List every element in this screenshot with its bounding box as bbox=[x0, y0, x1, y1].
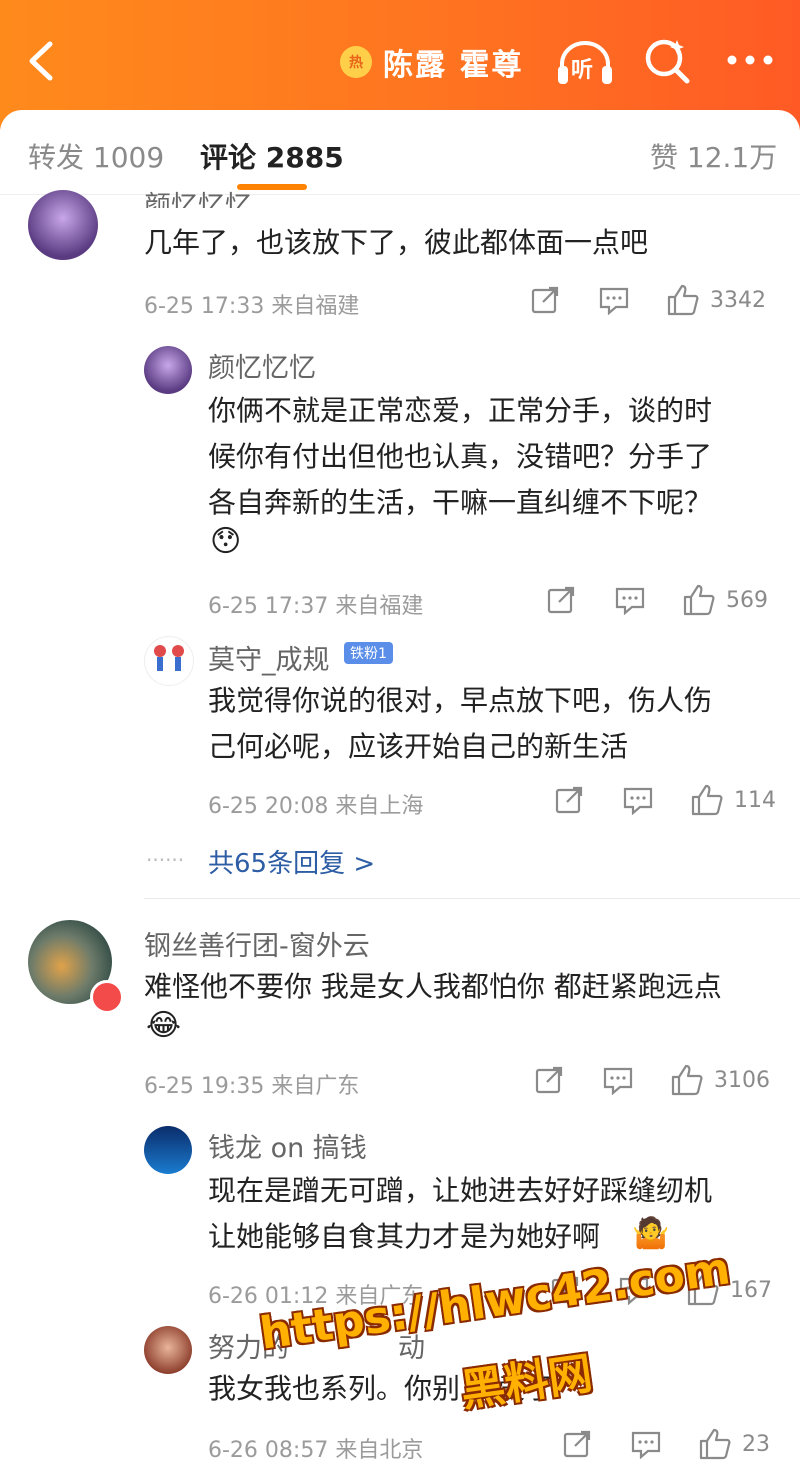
avatar[interactable] bbox=[144, 636, 194, 686]
more-replies-link[interactable]: 共65条回复 > bbox=[208, 843, 375, 880]
reply-actions: 569 bbox=[546, 584, 768, 616]
share-icon[interactable] bbox=[530, 285, 560, 315]
like-count: 167 bbox=[730, 1277, 772, 1303]
comment-icon[interactable] bbox=[622, 785, 654, 815]
like-count: 23 bbox=[742, 1431, 770, 1457]
dolls-avatar-icon bbox=[154, 645, 184, 671]
comment-icon[interactable] bbox=[602, 1065, 634, 1095]
listen-label: 听 bbox=[571, 58, 594, 83]
tab-likes[interactable]: 赞 12.1万 bbox=[650, 136, 777, 176]
reply-author[interactable]: 钱龙 on 搞钱 bbox=[208, 1126, 367, 1165]
share-icon[interactable] bbox=[562, 1429, 592, 1459]
like-button[interactable]: 3106 bbox=[670, 1064, 770, 1096]
reply-author[interactable]: 颜忆忆忆 bbox=[208, 346, 316, 385]
comment-icon[interactable] bbox=[614, 585, 646, 615]
like-count: 3106 bbox=[714, 1067, 770, 1093]
surprised-emoji-icon: 😯 bbox=[210, 524, 242, 559]
avatar[interactable] bbox=[144, 1326, 192, 1374]
share-icon[interactable] bbox=[534, 1065, 564, 1095]
reply-meta: 6-25 20:08 来自上海 bbox=[208, 794, 424, 819]
reply-text-line: 候你有付出但他也认真，没错吧？分手了 bbox=[208, 440, 713, 473]
verified-badge-icon bbox=[90, 980, 124, 1014]
like-count: 569 bbox=[726, 587, 768, 613]
comment-actions: 3342 bbox=[530, 284, 766, 316]
avatar[interactable] bbox=[144, 346, 192, 394]
comment-icon[interactable] bbox=[630, 1429, 662, 1459]
like-button[interactable]: 3342 bbox=[666, 284, 766, 316]
reply-meta: 6-25 17:37 来自福建 bbox=[208, 594, 424, 619]
comment-author[interactable]: 颜忆忆忆 bbox=[144, 184, 252, 208]
reply-text-line: 己何必呢，应该开始自己的新生活 bbox=[208, 730, 629, 763]
share-icon[interactable] bbox=[546, 585, 576, 615]
thumbs-up-icon bbox=[671, 1064, 703, 1096]
reply-text-line: 你俩不就是正常恋爱，正常分手，谈的时 bbox=[208, 394, 713, 427]
like-count: 3342 bbox=[710, 287, 766, 313]
thumbs-up-icon bbox=[667, 284, 699, 316]
like-button[interactable]: 569 bbox=[682, 584, 768, 616]
reply-actions: 114 bbox=[554, 784, 776, 816]
comment-author[interactable]: 钢丝善行团-窗外云 bbox=[144, 924, 370, 963]
reply-actions: 23 bbox=[562, 1428, 770, 1460]
thumbs-up-icon bbox=[699, 1428, 731, 1460]
reply-meta: 6-26 08:57 来自北京 bbox=[208, 1438, 424, 1463]
like-button[interactable]: 114 bbox=[690, 784, 776, 816]
comment-meta: 6-25 19:35 来自广东 bbox=[144, 1074, 360, 1099]
avatar[interactable] bbox=[144, 1126, 192, 1174]
like-button[interactable]: 23 bbox=[698, 1428, 770, 1460]
reply-author[interactable]: 莫守_成规 bbox=[208, 638, 330, 677]
hot-tag-icon: 热 bbox=[340, 46, 372, 78]
tab-repost[interactable]: 转发 1009 bbox=[28, 136, 164, 176]
tab-bar: 转发 1009 评论 2885 赞 12.1万 bbox=[0, 110, 800, 195]
reply-text-line: 各自奔新的生活，干嘛一直纠缠不下呢？ bbox=[208, 486, 713, 519]
comment-icon[interactable] bbox=[598, 285, 630, 315]
thumbs-up-icon bbox=[691, 784, 723, 816]
divider bbox=[144, 898, 800, 899]
back-arrow-icon[interactable] bbox=[20, 38, 66, 84]
laughing-emoji-icon: 😂 bbox=[146, 1008, 182, 1043]
comment-text: 几年了，也该放下了，彼此都体面一点吧 bbox=[144, 226, 649, 259]
reply-text-line: 现在是蹭无可蹭，让她进去好好踩缝纫机 bbox=[208, 1174, 713, 1207]
search-icon[interactable] bbox=[642, 36, 692, 86]
comment-text: 难怪他不要你 我是女人我都怕你 都赶紧跑远点 bbox=[144, 970, 722, 1003]
reply-text: 我女我也系列。你别 bbox=[208, 1372, 461, 1405]
share-icon[interactable] bbox=[554, 785, 584, 815]
tab-comments[interactable]: 评论 2885 bbox=[200, 136, 344, 176]
shrug-emoji-icon: 🤷 bbox=[632, 1216, 670, 1251]
listen-button[interactable]: 听 bbox=[556, 38, 614, 86]
comment-actions: 3106 bbox=[534, 1064, 770, 1096]
reply-text-line: 我觉得你说的很对，早点放下吧，伤人伤 bbox=[208, 684, 713, 717]
more-replies-dots: ······ bbox=[146, 848, 185, 872]
thumbs-up-icon bbox=[683, 584, 715, 616]
avatar[interactable] bbox=[28, 190, 98, 260]
page-title: 陈露 霍尊 bbox=[383, 48, 524, 83]
comment-meta: 6-25 17:33 来自福建 bbox=[144, 294, 360, 319]
more-icon[interactable] bbox=[724, 48, 776, 72]
like-count: 114 bbox=[734, 787, 776, 813]
reply-text-line: 让她能够自食其力才是为她好啊 bbox=[208, 1220, 601, 1253]
fan-badge: 铁粉1 bbox=[344, 642, 393, 664]
